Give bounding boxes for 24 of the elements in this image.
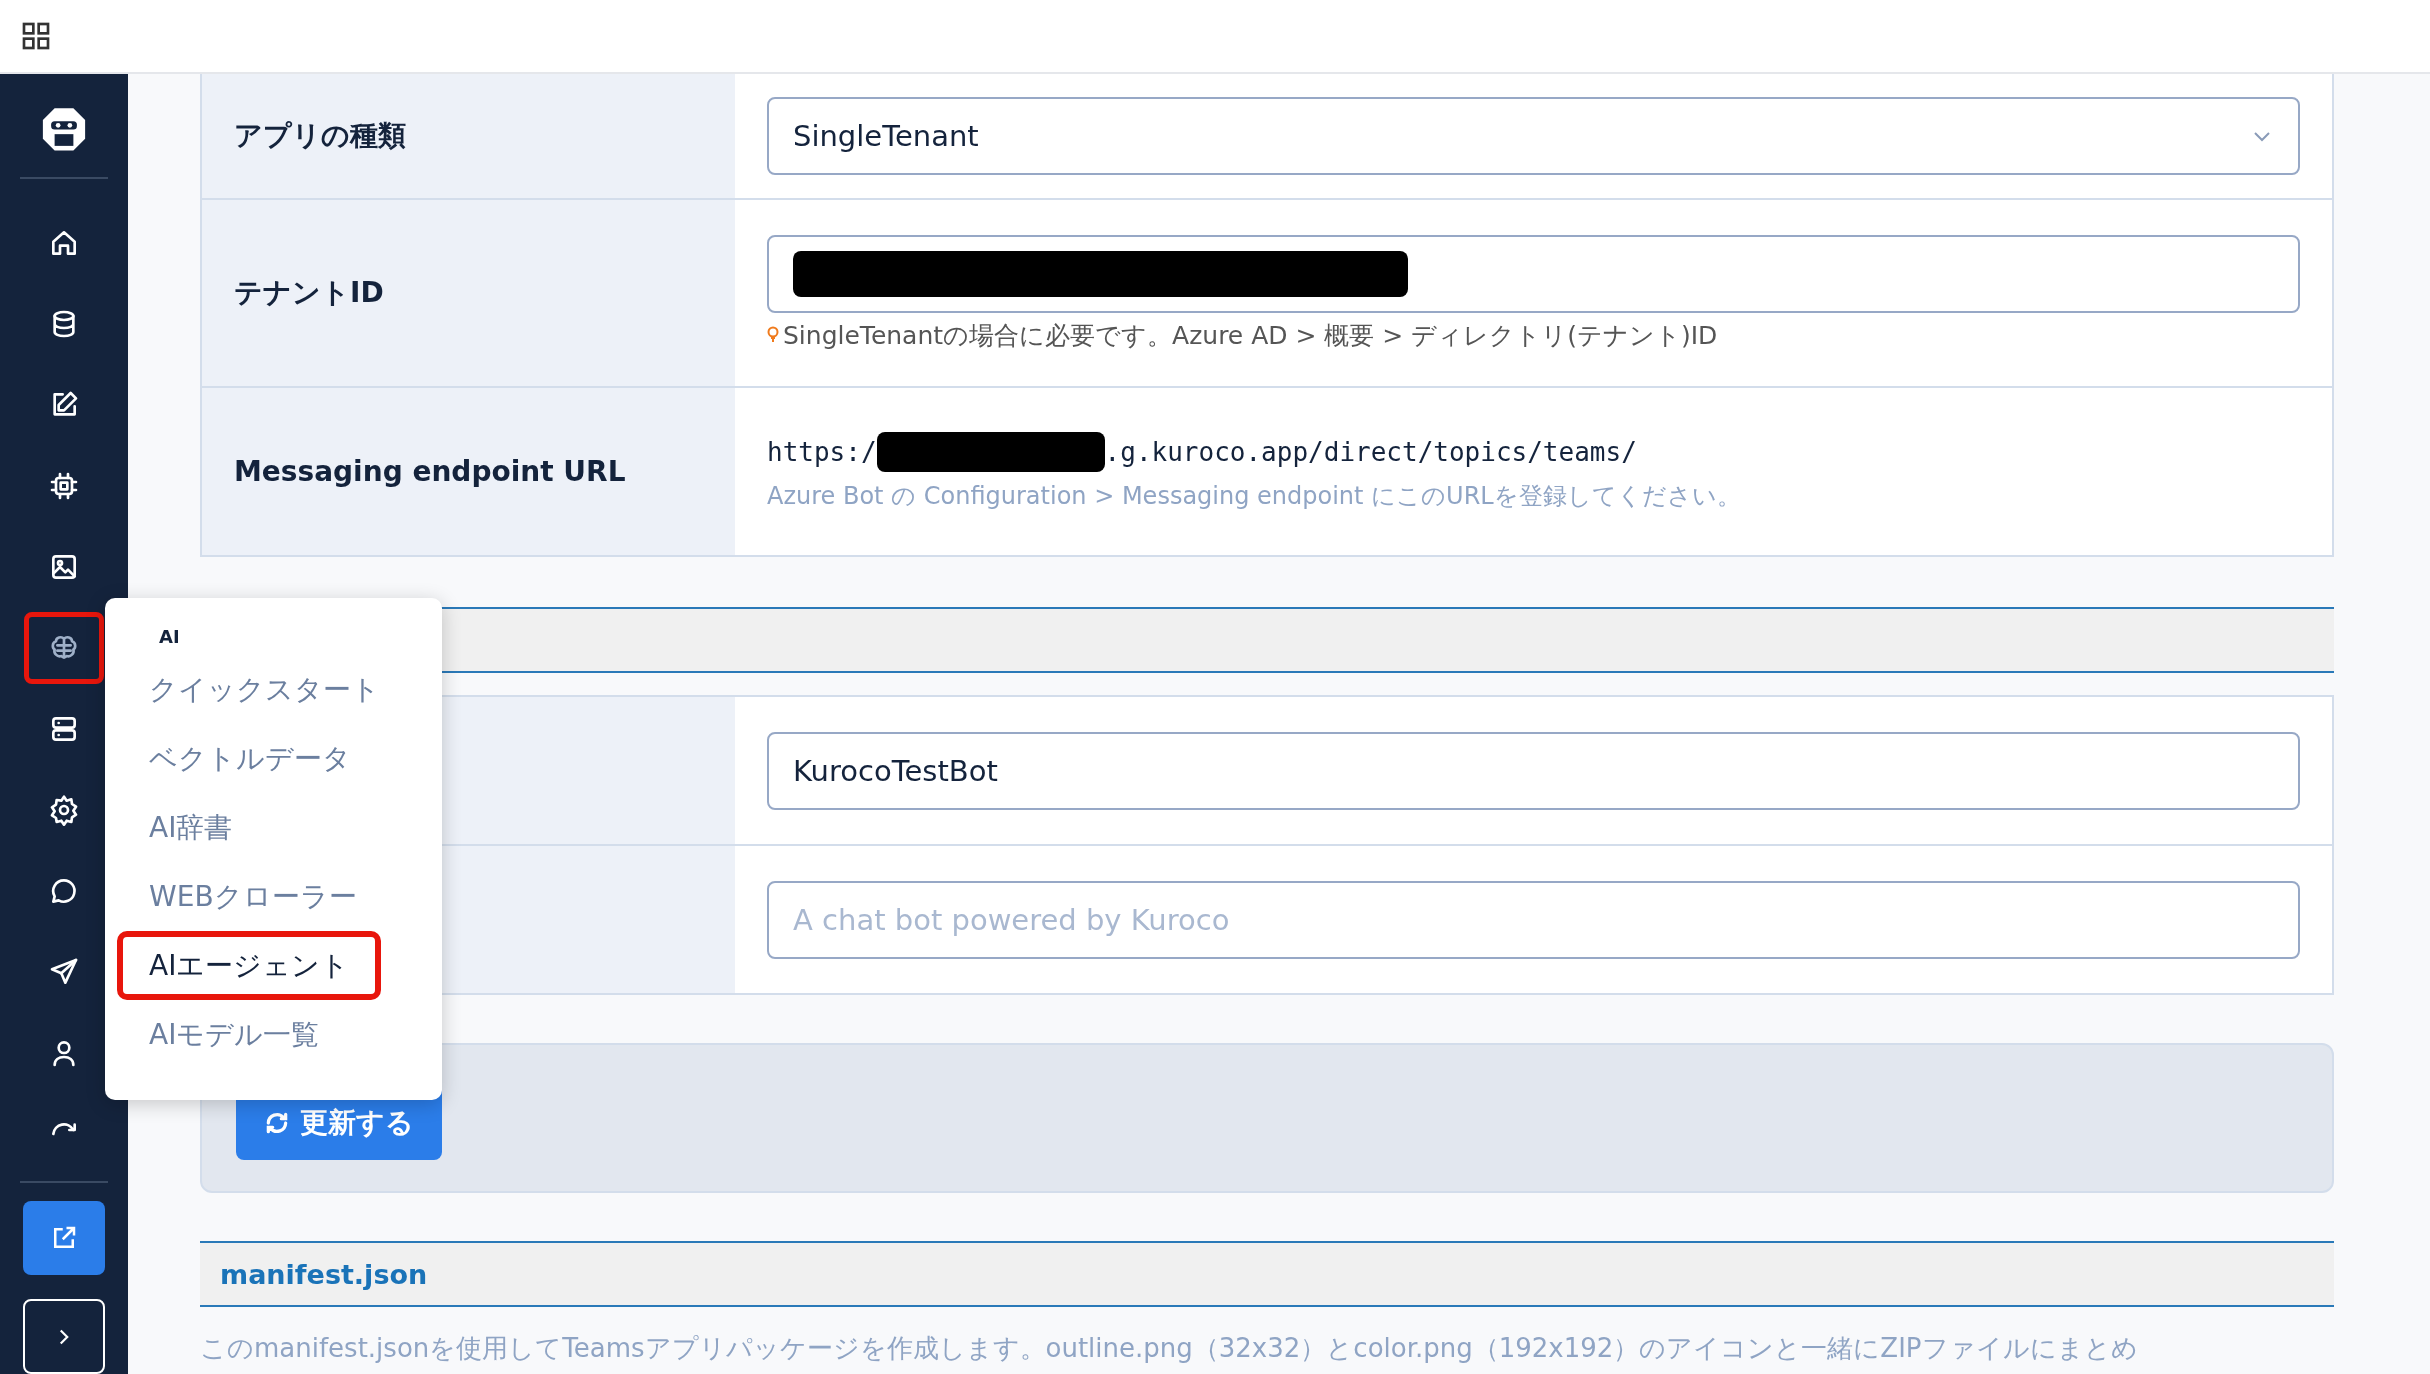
field-label: テナントID — [234, 275, 384, 311]
lightbulb-icon — [767, 325, 779, 345]
menu-item[interactable]: AI辞書 — [117, 793, 265, 862]
hint-text: SingleTenantの場合に必要です。Azure AD > 概要 > ディレクトリ(テナント)ID — [783, 319, 1718, 352]
field-label: アプリの種類 — [234, 118, 406, 154]
url-text: .g.kuroco.app/direct/topics/teams/ — [1104, 436, 1637, 467]
menu-item[interactable]: AIエージェント — [117, 931, 382, 1000]
note-text: Azure Bot の Configuration > Messaging endpoint にこのURLを登録してください。 — [767, 480, 1742, 512]
menu-item[interactable]: ベクトルデータ — [117, 724, 383, 793]
description-text: このmanifest.jsonを使用してTeamsアプリパッケージを作成します。outline.png（32x32）とcolor.png（192x192）のアイコンと一緒にZIPファイルにまとめ — [200, 1332, 2138, 1365]
input-field[interactable] — [767, 234, 2300, 313]
external-link-button[interactable] — [23, 1201, 105, 1276]
menu-item[interactable]: AIモデル一覧 — [117, 1000, 352, 1069]
menu-item[interactable]: クイックスタート — [117, 655, 412, 724]
input-field[interactable]: KurocoTestBot — [767, 731, 2300, 810]
expand-sidebar-button[interactable] — [23, 1299, 105, 1374]
menu-item[interactable]: WEBクローラー — [117, 862, 389, 931]
app-grid-icon[interactable] — [20, 20, 52, 52]
url-text: https:/ — [767, 436, 877, 467]
dropdown-field[interactable]: SingleTenant — [767, 97, 2300, 175]
field-label: Messaging endpoint URL — [234, 455, 626, 488]
menu-title: AI — [159, 626, 180, 647]
section-title: manifest.json — [200, 1241, 2334, 1307]
input-field[interactable]: A chat bot powered by Kuroco — [767, 880, 2300, 959]
